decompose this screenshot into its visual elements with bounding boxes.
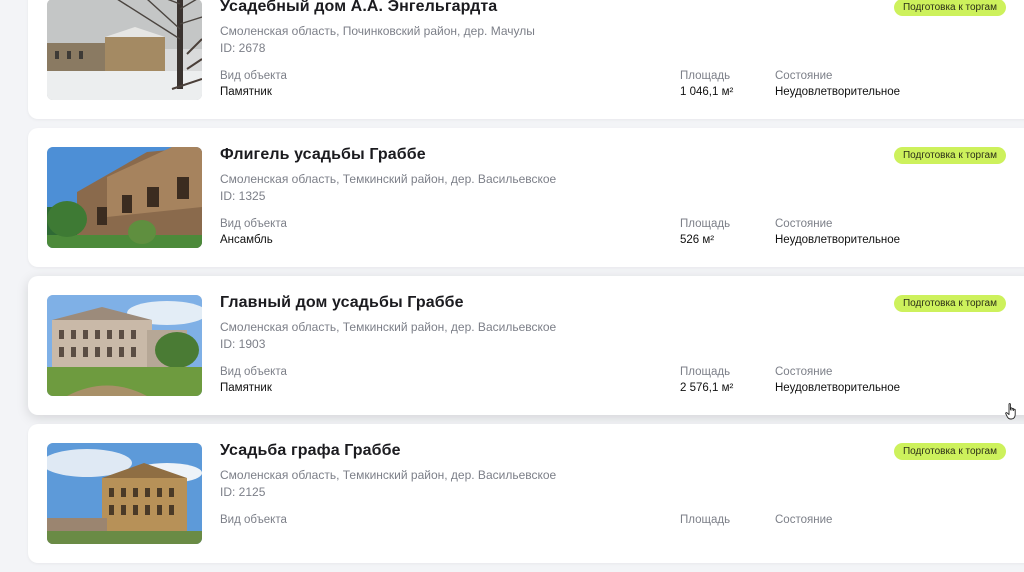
object-list: Усадебный дом А.А. Энгельгардта Смоленск… [28, 0, 1024, 572]
state-value: Неудовлетворительное [775, 234, 901, 246]
state-value: Неудовлетворительное [775, 382, 901, 394]
type-value: Памятник [220, 86, 272, 98]
object-id: ID: 2678 [220, 41, 266, 55]
object-address: Смоленская область, Починковский район, … [220, 24, 535, 38]
object-address: Смоленская область, Темкинский район, де… [220, 172, 557, 186]
object-card[interactable]: Главный дом усадьбы Граббе Смоленская об… [28, 276, 1024, 415]
object-title[interactable]: Усадебный дом А.А. Энгельгардта [220, 0, 497, 16]
state-label: Состояние [775, 70, 833, 82]
hand-pointer-icon [1005, 403, 1018, 420]
state-value: Неудовлетворительное [775, 86, 901, 98]
object-photo[interactable] [47, 0, 202, 100]
object-title[interactable]: Главный дом усадьбы Граббе [220, 294, 464, 312]
type-value: Памятник [220, 382, 272, 394]
status-badge: Подготовка к торгам [893, 147, 1006, 164]
type-label: Вид объекта [220, 366, 287, 378]
area-label: Площадь [680, 70, 731, 82]
status-badge: Подготовка к торгам [893, 295, 1006, 312]
type-label: Вид объекта [220, 70, 287, 82]
status-badge: Подготовка к торгам [893, 0, 1006, 16]
object-title[interactable]: Усадьба графа Граббе [220, 442, 401, 460]
object-id: ID: 1325 [220, 189, 266, 203]
object-address: Смоленская область, Темкинский район, де… [220, 468, 557, 482]
object-id: ID: 2125 [220, 485, 266, 499]
object-photo[interactable] [47, 147, 202, 248]
state-label: Состояние [775, 366, 833, 378]
type-label: Вид объекта [220, 218, 287, 230]
state-label: Состояние [775, 218, 833, 230]
object-card[interactable]: Усадьба графа Граббе Смоленская область,… [28, 424, 1024, 563]
object-id: ID: 1903 [220, 337, 266, 351]
object-card[interactable]: Усадебный дом А.А. Энгельгардта Смоленск… [28, 0, 1024, 119]
status-badge: Подготовка к торгам [893, 443, 1006, 460]
object-photo[interactable] [47, 443, 202, 544]
area-label: Площадь [680, 218, 731, 230]
object-title[interactable]: Флигель усадьбы Граббе [220, 146, 426, 164]
object-address: Смоленская область, Темкинский район, де… [220, 320, 557, 334]
area-value: 1 046,1 м² [680, 86, 734, 98]
object-card[interactable]: Флигель усадьбы Граббе Смоленская област… [28, 128, 1024, 267]
type-label: Вид объекта [220, 514, 287, 526]
area-label: Площадь [680, 514, 731, 526]
type-value: Ансамбль [220, 234, 273, 246]
area-label: Площадь [680, 366, 731, 378]
state-label: Состояние [775, 514, 833, 526]
object-photo[interactable] [47, 295, 202, 396]
area-value: 2 576,1 м² [680, 382, 734, 394]
area-value: 526 м² [680, 234, 715, 246]
